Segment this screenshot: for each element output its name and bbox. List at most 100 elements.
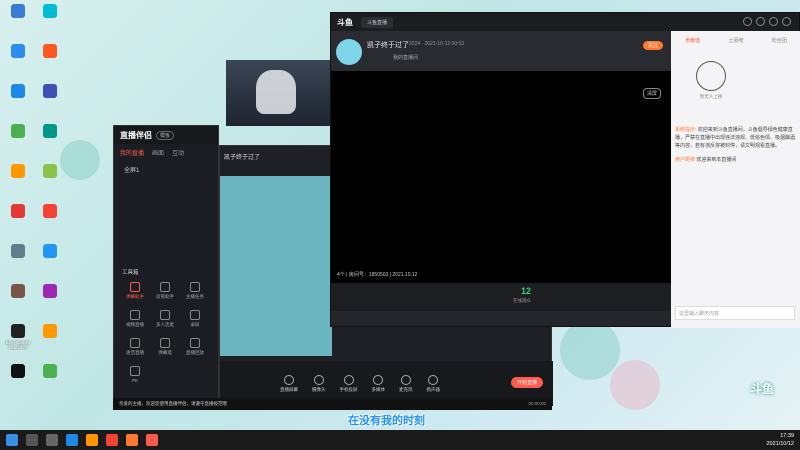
live-companion-icon[interactable]: [146, 434, 158, 446]
desktop-icon[interactable]: [34, 282, 66, 320]
close-icon[interactable]: [782, 17, 791, 26]
tool-record[interactable]: 录屏: [180, 310, 210, 328]
desktop-icon[interactable]: [2, 162, 34, 200]
desktop-icon[interactable]: [34, 362, 66, 400]
app-icon: [43, 244, 57, 258]
desktop-icon[interactable]: [2, 82, 34, 120]
tool-label: 弹幕助手: [126, 294, 144, 299]
video-player[interactable]: [331, 71, 671, 296]
app-icon: [43, 324, 57, 338]
tool-task[interactable]: 主播任务: [180, 282, 210, 300]
camera-button[interactable]: 摄像头: [312, 374, 326, 393]
avatar-icon[interactable]: [756, 17, 765, 26]
speaker-button[interactable]: 扬声器: [427, 374, 440, 393]
desktop-icon[interactable]: [34, 122, 66, 160]
lyric-subtitle: 在没有我的时刻: [348, 415, 425, 427]
clock[interactable]: 17:39 2021/10/12: [766, 432, 794, 448]
desktop-icon[interactable]: [2, 122, 34, 160]
tool-video-live[interactable]: 视频直播: [120, 310, 150, 328]
bb-label: 多媒体: [371, 386, 386, 392]
tool-voice-live[interactable]: 语音直播: [120, 338, 150, 356]
desktop-icon-label: [2, 260, 34, 270]
gift-icon[interactable]: [769, 17, 778, 26]
scene-label: 全屏1: [124, 168, 140, 174]
app-icon: [11, 84, 25, 98]
tab-interact[interactable]: 互动: [172, 148, 184, 157]
viewer-count: 12: [521, 286, 532, 296]
tool-replay[interactable]: 直播回放: [180, 338, 210, 356]
tab-screen[interactable]: 画面: [152, 148, 164, 157]
microphone-button[interactable]: 麦克风: [399, 374, 413, 393]
streamer-avatar[interactable]: [336, 39, 362, 65]
desktop-icon[interactable]: [34, 82, 66, 120]
desktop-icon[interactable]: [34, 2, 66, 40]
start-live-button[interactable]: 开始直播: [510, 377, 543, 388]
tool-danmu-wall[interactable]: 弹幕墙: [150, 338, 180, 356]
desktop-icon-label: [2, 220, 34, 230]
user-name[interactable]: 用户昵称: [675, 157, 695, 163]
scene-item[interactable]: 全屏1: [114, 161, 218, 178]
screen-capture-button[interactable]: 直播屏幕: [280, 374, 298, 393]
app-icon: [43, 4, 57, 18]
desktop-icon[interactable]: [2, 202, 34, 240]
tool-multi-mic[interactable]: 多人连麦: [150, 310, 180, 328]
empty-rank: 暂无人上榜: [681, 61, 741, 121]
tab-contribution[interactable]: 贡献值: [685, 37, 700, 44]
follow-button[interactable]: 关注: [642, 41, 663, 50]
template-tag[interactable]: 模板: [156, 130, 175, 140]
room-time: 2021-10-12 00:53: [424, 41, 465, 47]
notice-time: 00:00:00: [528, 401, 546, 406]
tab-fans[interactable]: 粉丝团: [772, 37, 787, 44]
gift-bar: 12 在线观众: [331, 283, 671, 311]
desktop-icon-label: [34, 20, 66, 30]
live-companion-sidebar: 直播伴侣 模板 我的直播 画面 互动 全屏1 工具箱 弹幕助手 房管助手 主播任…: [113, 125, 219, 410]
desktop-icon[interactable]: [34, 42, 66, 80]
desktop-icon[interactable]: Epic Games Launcher: [2, 322, 34, 360]
clear-screen-button[interactable]: 清屏: [643, 88, 662, 99]
chat-messages: 系统提示: 欢迎来到斗鱼直播间，斗鱼倡导绿色健康直播，严禁在直播中出现违法违规、…: [675, 126, 795, 164]
record-icon: [190, 310, 200, 320]
desktop-icon[interactable]: [2, 362, 34, 400]
desktop-icon[interactable]: [34, 322, 66, 360]
desktop-icon[interactable]: [2, 42, 34, 80]
desktop-icon[interactable]: [2, 2, 34, 40]
desktop-icon-label: [2, 180, 34, 190]
desktop-icon[interactable]: [2, 282, 34, 320]
system-tag: 系统提示:: [675, 127, 697, 133]
firefox-icon[interactable]: [86, 434, 98, 446]
browser-tab[interactable]: 斗鱼直播: [361, 16, 394, 28]
tab-rich-rank[interactable]: 土豪榜: [728, 37, 743, 44]
room-subtitle: 我的直播间: [393, 55, 419, 61]
live-companion-titlebar: 直播伴侣 模板: [114, 126, 218, 144]
welcome-text: 欢迎来到本直播间: [696, 157, 737, 163]
phone-cast-button[interactable]: 手机投屏: [340, 374, 358, 393]
app-icon: [43, 164, 57, 178]
desktop-icon[interactable]: [34, 162, 66, 200]
tool-room-admin[interactable]: 房管助手: [150, 282, 180, 300]
douyu-app-icon[interactable]: [126, 434, 138, 446]
desktop-icon[interactable]: [2, 242, 34, 280]
app-icon: [11, 44, 25, 58]
chat-input[interactable]: 这里输入聊天内容: [675, 306, 795, 320]
windows-start-icon[interactable]: [6, 434, 18, 446]
tool-danmu[interactable]: 弹幕助手: [120, 282, 150, 300]
desktop-icon-label: [2, 300, 34, 310]
taskbar: 17:39 2021/10/12: [0, 430, 800, 450]
tool-pk[interactable]: PK: [120, 366, 150, 383]
media-button[interactable]: 多媒体: [371, 374, 386, 393]
desktop-icon[interactable]: [34, 202, 66, 240]
replay-icon: [190, 338, 200, 348]
unicorn-image: [256, 70, 296, 114]
app-icon[interactable]: [106, 434, 118, 446]
tool-label: PK: [131, 378, 138, 383]
desktop-icon[interactable]: [34, 242, 66, 280]
phone-icon: [343, 374, 354, 385]
history-icon[interactable]: [743, 17, 752, 26]
edge-icon[interactable]: [66, 434, 78, 446]
desktop-icon-label: [34, 380, 66, 390]
tab-my-live[interactable]: 我的直播: [120, 148, 144, 157]
mic-group-icon: [160, 310, 170, 320]
search-icon[interactable]: [26, 434, 38, 446]
task-view-icon[interactable]: [46, 434, 58, 446]
bb-label: 摄像头: [312, 386, 326, 392]
